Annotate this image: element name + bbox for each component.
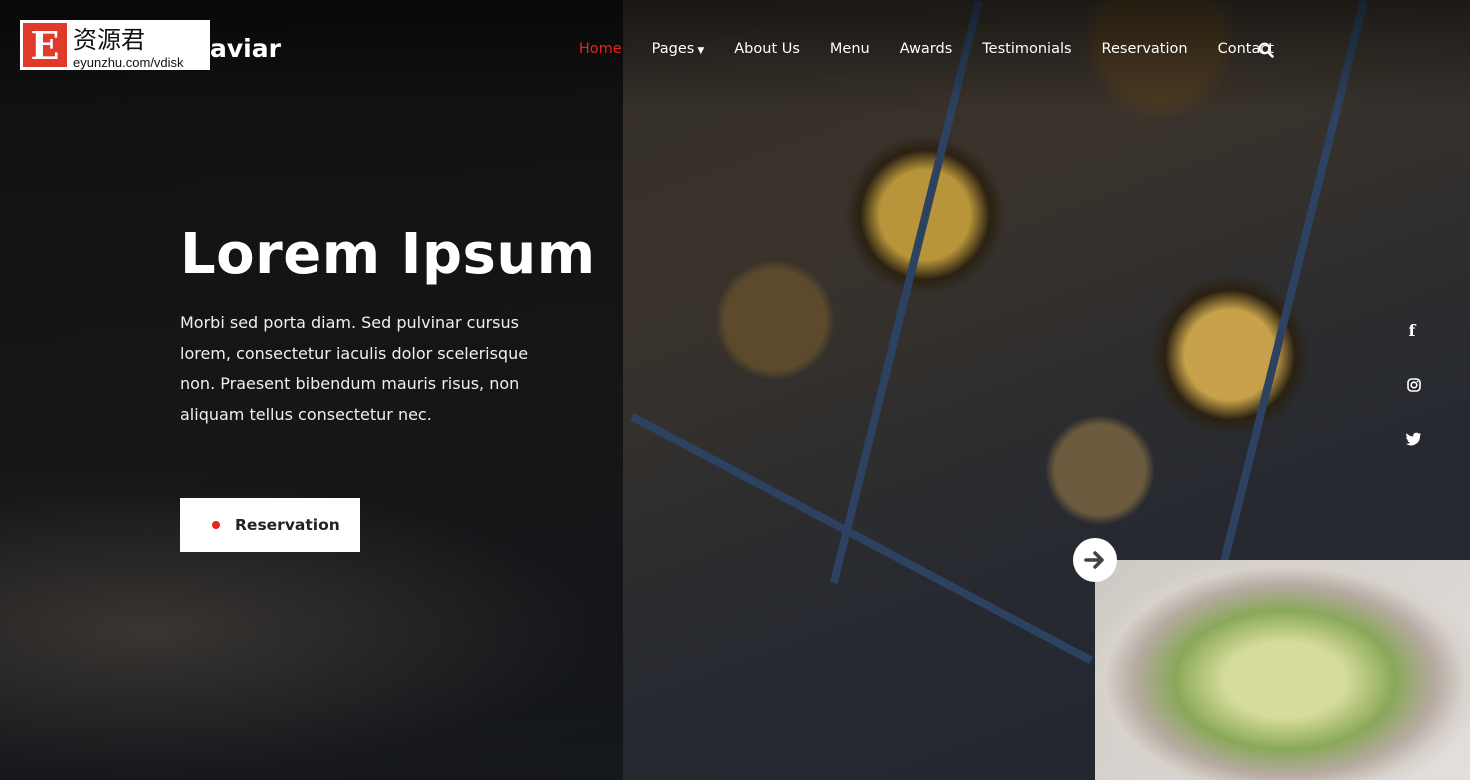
- hero-title: Lorem Ipsum: [180, 222, 596, 287]
- search-icon[interactable]: [1258, 42, 1274, 58]
- nav-pages-label: Pages: [651, 41, 695, 57]
- nav-testimonials[interactable]: Testimonials: [982, 41, 1071, 57]
- nav-about[interactable]: About Us: [734, 41, 800, 57]
- facebook-icon[interactable]: f: [1402, 321, 1422, 340]
- watermark-url: eyunzhu.com/vdisk: [73, 55, 184, 70]
- hero-description: Morbi sed porta diam. Sed pulvinar cursu…: [180, 313, 529, 424]
- main-nav: Home Pages ▼ About Us Menu Awards Testimo…: [579, 41, 1274, 57]
- twitter-icon[interactable]: [1404, 432, 1424, 446]
- next-slide-button[interactable]: [1073, 538, 1117, 582]
- brand-logo[interactable]: aviar: [210, 34, 281, 63]
- dot-icon: [212, 521, 220, 529]
- instagram-icon[interactable]: [1404, 378, 1424, 392]
- nav-menu[interactable]: Menu: [830, 41, 870, 57]
- nav-awards[interactable]: Awards: [900, 41, 953, 57]
- watermark-letter: E: [23, 23, 67, 68]
- reservation-button[interactable]: Reservation: [180, 498, 360, 552]
- arrow-right-icon: [1084, 551, 1104, 569]
- nav-pages[interactable]: Pages ▼: [652, 41, 705, 57]
- nav-home[interactable]: Home: [579, 41, 622, 57]
- caret-down-icon: ▼: [697, 46, 705, 56]
- watermark-chinese: 资源君: [73, 26, 145, 54]
- watermark-logo: E 资源君 eyunzhu.com/vdisk: [20, 20, 210, 70]
- nav-reservation[interactable]: Reservation: [1102, 41, 1188, 57]
- next-slide-thumbnail[interactable]: [1095, 560, 1470, 780]
- reservation-button-label: Reservation: [235, 516, 340, 534]
